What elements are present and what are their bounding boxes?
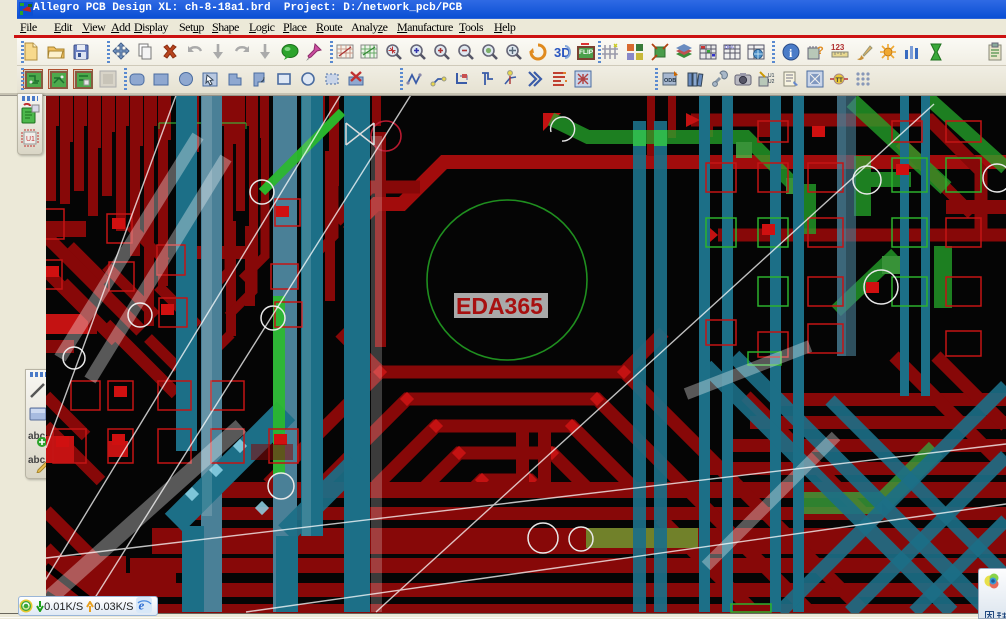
svg-text:TT: TT [836,78,844,84]
svg-text:123: 123 [831,43,845,52]
svg-text:ODB: ODB [664,78,676,84]
svg-text:DFA: DFA [725,45,734,50]
svg-text:?: ? [817,45,824,57]
svg-text:FLIP: FLIP [579,49,594,56]
svg-text:e: e [139,598,145,613]
svg-text:U1: U1 [26,136,35,143]
svg-text:U2: U2 [768,79,775,85]
svg-text:EDA365: EDA365 [456,293,543,319]
